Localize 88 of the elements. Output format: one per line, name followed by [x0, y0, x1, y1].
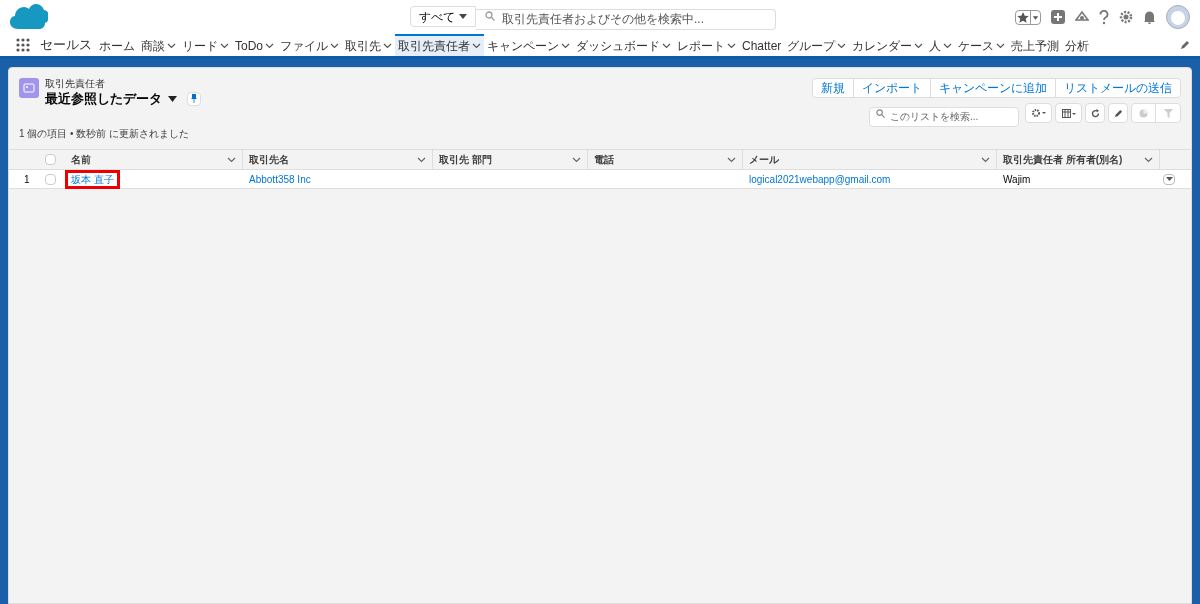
global-search-field[interactable]: 取引先責任者およびその他を検索中... — [476, 8, 776, 30]
display-dropdown-button[interactable] — [1055, 103, 1082, 123]
search-icon — [485, 11, 495, 21]
edit-button[interactable] — [1108, 103, 1128, 123]
plus-icon[interactable] — [1051, 10, 1065, 24]
bell-icon[interactable] — [1143, 10, 1156, 24]
chevron-down-icon[interactable] — [220, 43, 229, 49]
pie-chart-icon — [1139, 108, 1148, 118]
chevron-down-icon[interactable] — [417, 156, 426, 163]
action-button[interactable]: リストメールの送信 — [1055, 79, 1180, 97]
nav-tab[interactable]: ファイル — [277, 34, 342, 56]
contact-name-link[interactable]: 坂本 直子 — [71, 173, 114, 185]
nav-tab[interactable]: 売上予測 — [1008, 34, 1063, 56]
gear-caret-icon — [1031, 109, 1046, 117]
nav-tab[interactable]: リード — [179, 34, 232, 56]
action-button[interactable]: インポート — [853, 79, 930, 97]
filter-icon — [1163, 108, 1173, 118]
list-status-text: 1 個の項目 • 数秒前 に更新されました — [18, 127, 191, 141]
refresh-icon — [1090, 108, 1100, 118]
chevron-down-icon[interactable] — [727, 43, 736, 49]
app-name: セールス — [40, 36, 92, 55]
pin-button[interactable] — [187, 91, 201, 106]
chevron-down-icon[interactable] — [265, 43, 274, 49]
nav-tab[interactable]: 取引先責任者 — [395, 34, 484, 56]
nav-tab[interactable]: ホーム — [96, 34, 138, 56]
chevron-down-icon[interactable] — [837, 43, 847, 49]
action-button[interactable]: 新規 — [813, 79, 853, 97]
refresh-button[interactable] — [1085, 103, 1105, 123]
list-search-field[interactable]: このリストを検索... — [869, 106, 1019, 127]
edit-icon[interactable] — [1180, 40, 1190, 50]
chevron-down-icon[interactable] — [472, 43, 481, 49]
nav-tab[interactable]: 取引先 — [342, 34, 395, 56]
nav-tab[interactable]: 分析 — [1062, 34, 1093, 56]
row-checkbox[interactable] — [45, 173, 56, 185]
chevron-down-icon[interactable] — [383, 43, 392, 49]
pencil-icon — [1113, 108, 1123, 118]
list-view-title: 最近参照したデータ — [45, 90, 162, 108]
caret-icon — [459, 14, 467, 19]
email-link[interactable]: logical2021webapp@gmail.com — [749, 173, 891, 185]
app-launcher-icon[interactable] — [16, 38, 30, 52]
settings-icon[interactable] — [1119, 10, 1133, 24]
caret-icon[interactable] — [168, 95, 177, 102]
chevron-down-icon[interactable] — [561, 43, 570, 49]
settings-dropdown-button[interactable] — [1025, 103, 1052, 123]
contact-card-icon — [19, 78, 39, 98]
chevron-down-icon[interactable] — [727, 156, 736, 163]
chevron-down-icon[interactable] — [572, 156, 581, 163]
help-icon[interactable] — [1099, 9, 1109, 25]
nav-tab[interactable]: ダッシュボード — [573, 34, 674, 56]
column-header[interactable]: 取引先責任者 所有者(別名) — [997, 150, 1160, 169]
chevron-down-icon[interactable] — [943, 43, 953, 49]
column-header[interactable]: 取引先 部門 — [433, 150, 588, 169]
object-label: 取引先責任者 — [45, 78, 106, 89]
search-scope-dropdown[interactable]: すべて — [410, 6, 476, 27]
chevron-down-icon[interactable] — [914, 43, 924, 49]
select-all-checkbox[interactable] — [45, 154, 56, 165]
nav-tab[interactable]: レポート — [674, 34, 739, 56]
chevron-down-icon[interactable] — [662, 43, 671, 49]
caret-icon — [1165, 177, 1173, 181]
nav-tab[interactable]: ToDo — [232, 34, 277, 56]
row-number: 1 — [24, 173, 30, 185]
chevron-down-icon[interactable] — [1144, 156, 1153, 163]
favorites-button[interactable] — [1015, 9, 1041, 25]
search-icon — [876, 109, 885, 118]
column-header[interactable]: メール — [743, 150, 997, 169]
chevron-down-icon[interactable] — [167, 43, 176, 49]
chevron-down-icon[interactable] — [330, 43, 339, 49]
table-caret-icon — [1061, 108, 1076, 118]
nav-tab[interactable]: カレンダー — [849, 34, 927, 56]
caret-icon — [1030, 10, 1040, 24]
row-actions-button[interactable] — [1163, 173, 1175, 185]
star-icon — [1016, 10, 1030, 24]
nav-tab[interactable]: グループ — [784, 34, 850, 56]
nav-tab[interactable]: 人 — [926, 34, 956, 56]
column-header[interactable]: 名前 — [65, 150, 243, 169]
nav-tab[interactable]: キャンペーン — [484, 34, 573, 56]
nav-tab[interactable]: ケース — [955, 34, 1009, 56]
column-header[interactable]: 取引先名 — [243, 150, 433, 169]
table-cell: Wajim — [1003, 173, 1031, 185]
cloud-logo[interactable] — [10, 3, 48, 31]
nav-tab[interactable]: Chatter — [739, 34, 785, 56]
account-link[interactable]: Abbott358 Inc — [249, 173, 311, 185]
column-header[interactable]: 電話 — [588, 150, 743, 169]
chevron-down-icon[interactable] — [996, 43, 1006, 49]
chevron-down-icon[interactable] — [227, 156, 236, 163]
action-button[interactable]: キャンペーンに追加 — [930, 79, 1055, 97]
nav-tab[interactable]: 商談 — [138, 34, 179, 56]
chevron-down-icon[interactable] — [981, 156, 990, 163]
